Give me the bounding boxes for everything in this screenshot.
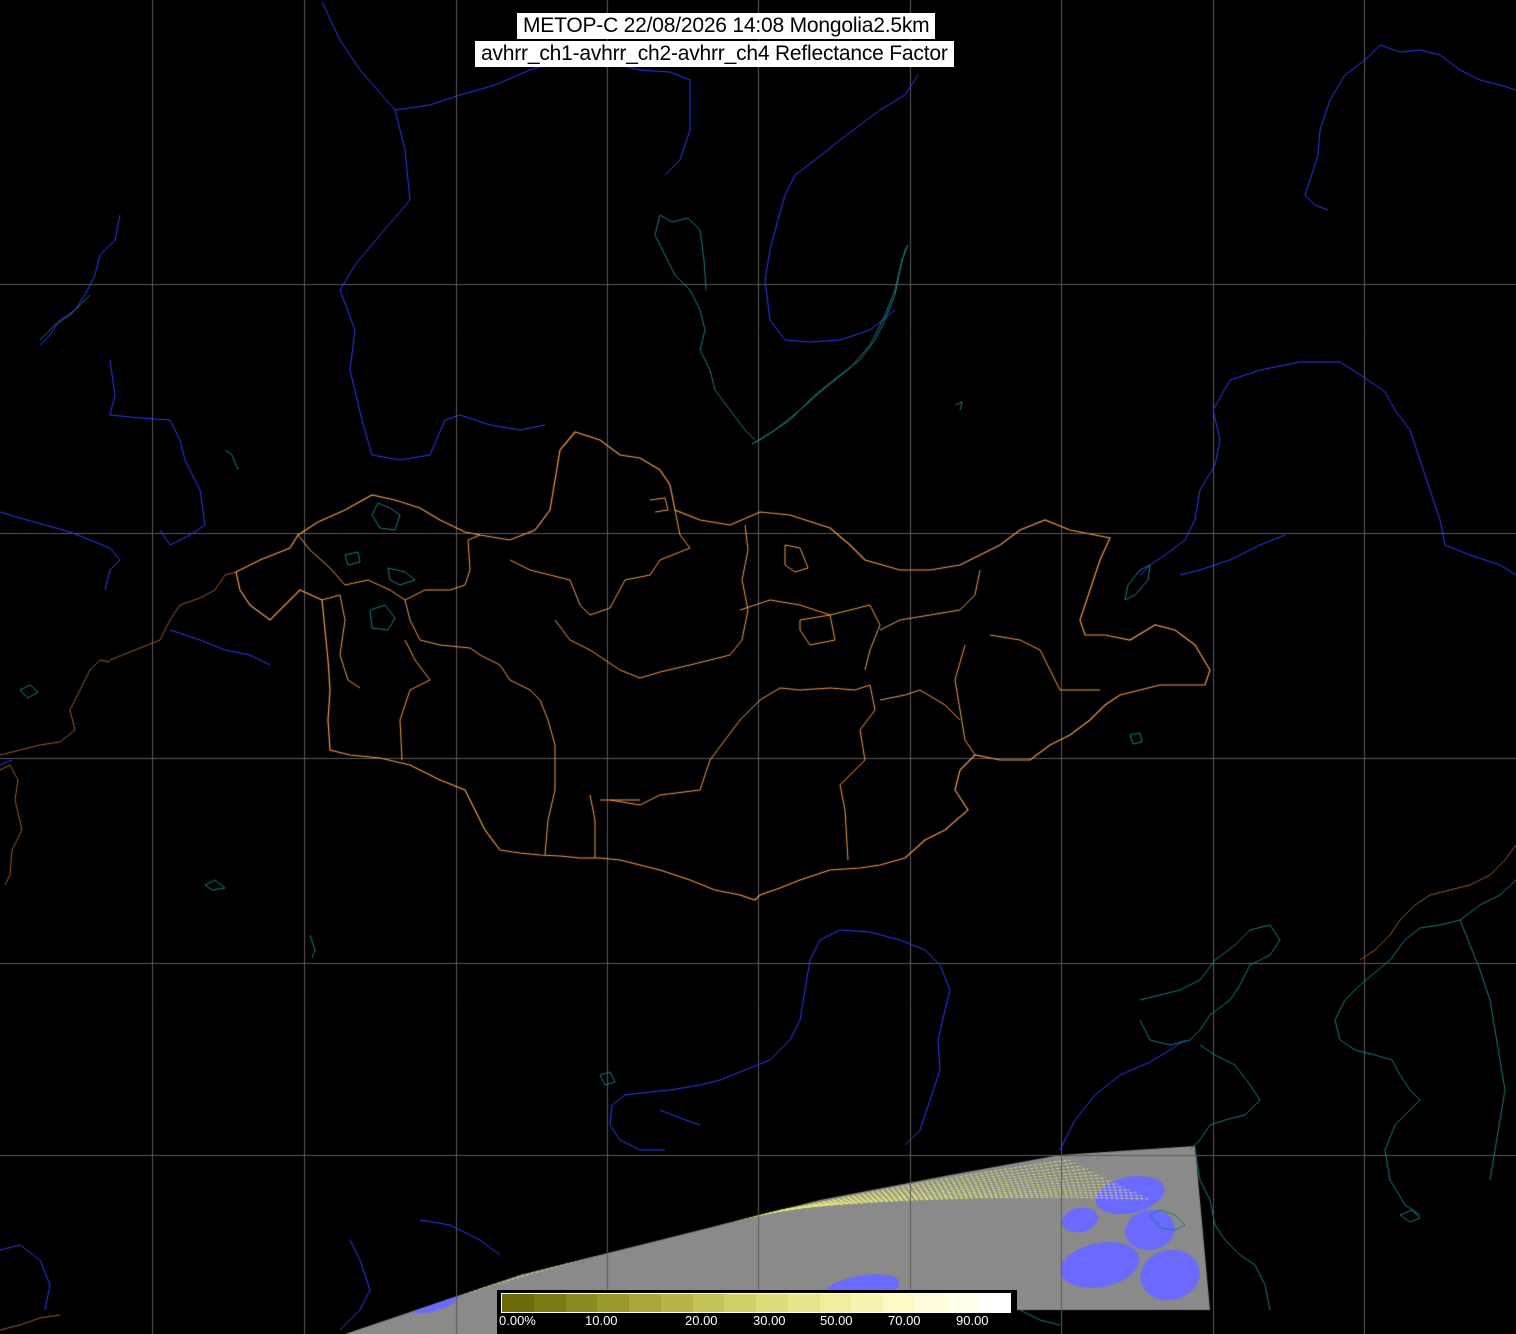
colorbar-swatch [597, 1294, 629, 1312]
colorbar-swatch [787, 1294, 820, 1312]
colorbar-swatch [851, 1294, 883, 1312]
colorbar-swatch [692, 1294, 725, 1312]
colorbar-swatch [565, 1294, 598, 1312]
colorbar-legend: 0.00% 10.00 20.00 30.00 50.00 70.00 90.0… [497, 1290, 1017, 1334]
colorbar-swatch [660, 1294, 693, 1312]
colorbar-tick-label: 90.00 [956, 1313, 989, 1328]
colorbar-swatch [914, 1294, 947, 1312]
colorbar-tick-label: 50.00 [820, 1313, 853, 1328]
colorbar-swatch [724, 1294, 756, 1312]
colorbar-ramp [501, 1293, 1011, 1313]
colorbar-labels: 0.00% 10.00 20.00 30.00 50.00 70.00 90.0… [497, 1313, 1017, 1331]
satellite-map [0, 0, 1516, 1334]
colorbar-swatch [756, 1294, 788, 1312]
colorbar-tick-label: 20.00 [685, 1313, 718, 1328]
colorbar-swatch [978, 1294, 1010, 1312]
colorbar-tick-label: 10.00 [585, 1313, 618, 1328]
colorbar-tick-label: 70.00 [888, 1313, 921, 1328]
colorbar-swatch [883, 1294, 915, 1312]
colorbar-swatch [629, 1294, 661, 1312]
colorbar-tick-label: 0.00% [499, 1313, 536, 1328]
colorbar-swatch [502, 1294, 534, 1312]
colorbar-tick-label: 30.00 [753, 1313, 786, 1328]
map-title: METOP-C 22/08/2026 14:08 Mongolia2.5km [517, 13, 936, 39]
map-subtitle: avhrr_ch1-avhrr_ch2-avhrr_ch4 Reflectanc… [475, 41, 954, 67]
colorbar-swatch [819, 1294, 852, 1312]
colorbar-swatch [946, 1294, 979, 1312]
colorbar-swatch [533, 1294, 566, 1312]
